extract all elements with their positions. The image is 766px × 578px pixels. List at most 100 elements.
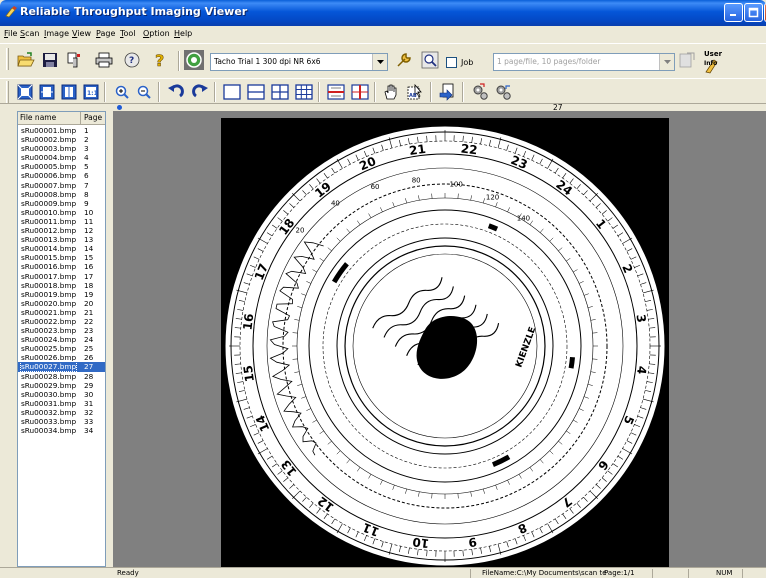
chart-speed-label: 100 xyxy=(449,180,462,188)
actual-size-button[interactable]: 1:1 xyxy=(81,82,101,102)
batch-button[interactable] xyxy=(677,50,697,70)
file-list-item[interactable]: sRu00023.bmp 23 xyxy=(18,326,105,335)
scanned-image[interactable]: 21 22 23 24 1 2 3 4 5 6 7 8 9 10 11 12 13 14 15 16 17 18 19 20 2… xyxy=(221,118,669,567)
pan-button[interactable] xyxy=(381,82,401,102)
file-name-cell: sRu00029.bmp xyxy=(21,380,77,390)
file-list-item[interactable]: sRu00029.bmp 29 xyxy=(18,381,105,390)
file-list-panel[interactable]: File name Page sRu00001.bmp 1 sRu00002.bmp… xyxy=(17,111,106,567)
file-list-item[interactable]: sRu00022.bmp 22 xyxy=(18,317,105,326)
job-checkbox[interactable] xyxy=(446,57,457,68)
file-list-item[interactable]: sRu00007.bmp 7 xyxy=(18,181,105,190)
menu-tool[interactable]: Tool xyxy=(120,29,136,38)
file-name-cell: sRu00034.bmp xyxy=(21,426,77,436)
menu-view[interactable]: View xyxy=(72,29,91,38)
help-button[interactable]: ? xyxy=(150,50,170,70)
file-list-item[interactable]: sRu00014.bmp 14 xyxy=(18,244,105,253)
file-list-item[interactable]: sRu00018.bmp 18 xyxy=(18,281,105,290)
open-button[interactable] xyxy=(16,50,36,70)
minimize-button[interactable] xyxy=(724,3,743,22)
preview-button[interactable] xyxy=(420,50,440,70)
toolbar-grip[interactable] xyxy=(6,48,9,70)
column-divider[interactable] xyxy=(80,112,81,125)
split-horizontal-button[interactable] xyxy=(326,82,346,102)
layout-single-button[interactable] xyxy=(222,82,242,102)
file-name-cell: sRu00010.bmp xyxy=(21,207,77,217)
file-list-item[interactable]: sRu00026.bmp 26 xyxy=(18,353,105,362)
file-list-item[interactable]: sRu00025.bmp 25 xyxy=(18,344,105,353)
file-list-item[interactable]: sRu00020.bmp 20 xyxy=(18,299,105,308)
layout-four-button[interactable] xyxy=(270,82,290,102)
file-list-item[interactable]: sRu00030.bmp 30 xyxy=(18,390,105,399)
profile-select[interactable]: Tacho Trial 1 300 dpi NR 6x6 xyxy=(210,53,388,71)
file-list-item[interactable]: sRu00013.bmp 13 xyxy=(18,235,105,244)
zoom-in-button[interactable] xyxy=(112,82,132,102)
file-list-item[interactable]: sRu00012.bmp 12 xyxy=(18,226,105,235)
file-list-item[interactable]: sRu00017.bmp 17 xyxy=(18,272,105,281)
file-list-item[interactable]: sRu00002.bmp 2 xyxy=(18,135,105,144)
file-list-item[interactable]: sRu00009.bmp 9 xyxy=(18,199,105,208)
file-list-item[interactable]: sRu00034.bmp 34 xyxy=(18,426,105,435)
menu-file[interactable]: File xyxy=(4,29,17,38)
file-name-cell: sRu00001.bmp xyxy=(21,126,77,135)
column-header-page[interactable]: Page xyxy=(84,113,104,125)
title-bar[interactable]: Reliable Throughput Imaging Viewer xyxy=(0,0,766,26)
select-button[interactable]: AB xyxy=(406,82,426,102)
export-button[interactable] xyxy=(438,82,458,102)
menu-help[interactable]: Help xyxy=(174,29,192,38)
scan-settings-button[interactable]: ? xyxy=(122,50,142,70)
file-list-item[interactable]: sRu00001.bmp 1 xyxy=(18,126,105,135)
save-button[interactable] xyxy=(40,50,60,70)
print-button[interactable] xyxy=(94,50,114,70)
file-list-item[interactable]: sRu00008.bmp 8 xyxy=(18,190,105,199)
toolbar-separator xyxy=(178,51,180,71)
menu-image[interactable]: Image xyxy=(44,29,69,38)
chevron-down-icon[interactable] xyxy=(372,54,387,70)
file-list-rows: sRu00001.bmp 1 sRu00002.bmp 2 sRu00003.bmp 3 s… xyxy=(18,126,105,435)
chevron-down-icon[interactable] xyxy=(659,54,674,70)
profile-settings-button[interactable] xyxy=(394,50,414,70)
file-list-item[interactable]: sRu00003.bmp 3 xyxy=(18,144,105,153)
scan-button[interactable] xyxy=(64,50,84,70)
rotate-left-button[interactable] xyxy=(166,82,186,102)
user-button[interactable]: User Info xyxy=(702,48,722,74)
file-list-item[interactable]: sRu00005.bmp 5 xyxy=(18,162,105,171)
file-list-item[interactable]: sRu00016.bmp 16 xyxy=(18,262,105,271)
layout-two-button[interactable] xyxy=(246,82,266,102)
fit-page-button[interactable] xyxy=(15,82,35,102)
file-list-item[interactable]: sRu00015.bmp 15 xyxy=(18,253,105,262)
fit-height-button[interactable] xyxy=(59,82,79,102)
page-cell: 19 xyxy=(84,289,94,299)
menu-option[interactable]: Option xyxy=(143,29,170,38)
column-header-file-name[interactable]: File name xyxy=(20,113,80,125)
rotate-right-button[interactable] xyxy=(190,82,210,102)
file-list-item[interactable]: sRu00031.bmp 31 xyxy=(18,399,105,408)
image-viewer[interactable]: 21 22 23 24 1 2 3 4 5 6 7 8 9 10 11 12 13 14 15 16 17 18 19 20 2… xyxy=(113,111,766,567)
file-list-item[interactable]: sRu00010.bmp 10 xyxy=(18,208,105,217)
file-list-item[interactable]: sRu00033.bmp 33 xyxy=(18,417,105,426)
file-list-item[interactable]: sRu00021.bmp 21 xyxy=(18,308,105,317)
fit-width-button[interactable] xyxy=(37,82,57,102)
file-list-item[interactable]: sRu00027.bmp 27 xyxy=(18,361,105,373)
split-vertical-button[interactable] xyxy=(350,82,370,102)
preview-icon xyxy=(421,51,439,69)
file-list-item[interactable]: sRu00028.bmp 28 xyxy=(18,372,105,381)
file-list-item[interactable]: sRu00011.bmp 11 xyxy=(18,217,105,226)
toolbar-grip[interactable] xyxy=(6,81,9,103)
menu-page[interactable]: Page xyxy=(96,29,115,38)
zoom-out-button[interactable] xyxy=(134,82,154,102)
file-list-item[interactable]: sRu00006.bmp 6 xyxy=(18,171,105,180)
file-list-item[interactable]: sRu00019.bmp 19 xyxy=(18,290,105,299)
file-list-item[interactable]: sRu00004.bmp 4 xyxy=(18,153,105,162)
layout-grid-button[interactable] xyxy=(294,82,314,102)
page-cell: 1 xyxy=(84,126,89,135)
split-v-icon xyxy=(351,84,369,100)
menu-scan[interactable]: Scan xyxy=(20,29,39,38)
maximize-button[interactable] xyxy=(744,3,763,22)
split-select[interactable]: 1 page/file, 10 pages/folder xyxy=(493,53,675,71)
file-list-item[interactable]: sRu00032.bmp 32 xyxy=(18,408,105,417)
toolbar-separator xyxy=(462,82,464,102)
file-list-item[interactable]: sRu00024.bmp 24 xyxy=(18,335,105,344)
settings-alt-button[interactable] xyxy=(494,82,514,102)
profile-button[interactable] xyxy=(184,50,204,70)
settings-button[interactable] xyxy=(470,82,490,102)
